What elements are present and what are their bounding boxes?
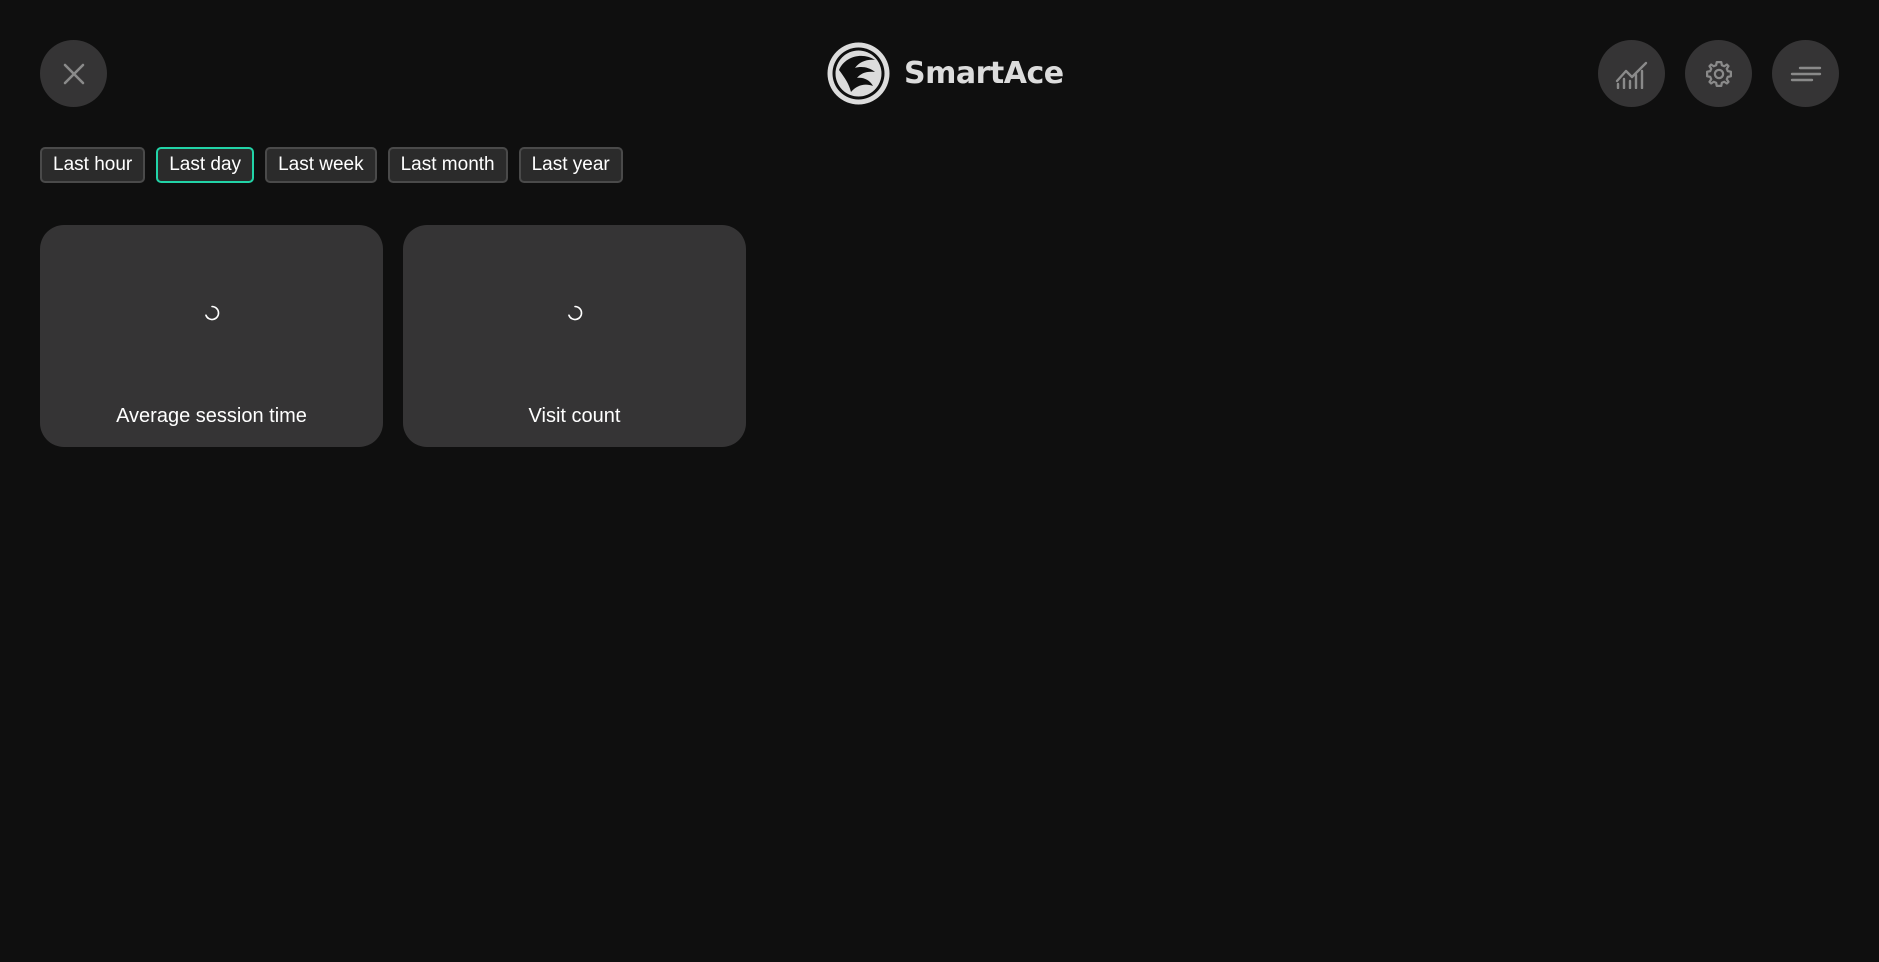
- filter-last-month[interactable]: Last month: [387, 147, 508, 183]
- metric-cards: Average session time Visit count: [40, 225, 746, 447]
- settings-button[interactable]: [1685, 40, 1752, 107]
- close-icon: [63, 63, 84, 84]
- stats-chart-icon: [1615, 61, 1647, 89]
- menu-button[interactable]: [1772, 40, 1839, 107]
- metric-card-visit-count[interactable]: Visit count: [403, 225, 746, 447]
- brand-name: SmartAce: [904, 56, 1064, 91]
- metric-card-label: Visit count: [528, 405, 621, 427]
- statistics-button[interactable]: [1598, 40, 1665, 107]
- filter-last-week[interactable]: Last week: [265, 147, 377, 183]
- dashboard-page: SmartAce Last hour Last day Last week La…: [0, 0, 1879, 962]
- filter-last-year[interactable]: Last year: [518, 147, 623, 183]
- menu-lines-icon: [1790, 66, 1821, 81]
- filter-last-day[interactable]: Last day: [156, 147, 255, 183]
- loading-spinner-icon: [204, 305, 219, 321]
- loading-spinner-icon: [567, 305, 582, 321]
- brand-logo: SmartAce: [825, 40, 1064, 107]
- time-range-filters: Last hour Last day Last week Last month …: [40, 147, 623, 183]
- metric-card-average-session-time[interactable]: Average session time: [40, 225, 383, 447]
- gear-icon: [1705, 60, 1732, 87]
- eagle-logo-icon: [827, 42, 890, 105]
- metric-card-label: Average session time: [116, 405, 307, 427]
- close-button[interactable]: [40, 40, 107, 107]
- filter-last-hour[interactable]: Last hour: [40, 147, 146, 183]
